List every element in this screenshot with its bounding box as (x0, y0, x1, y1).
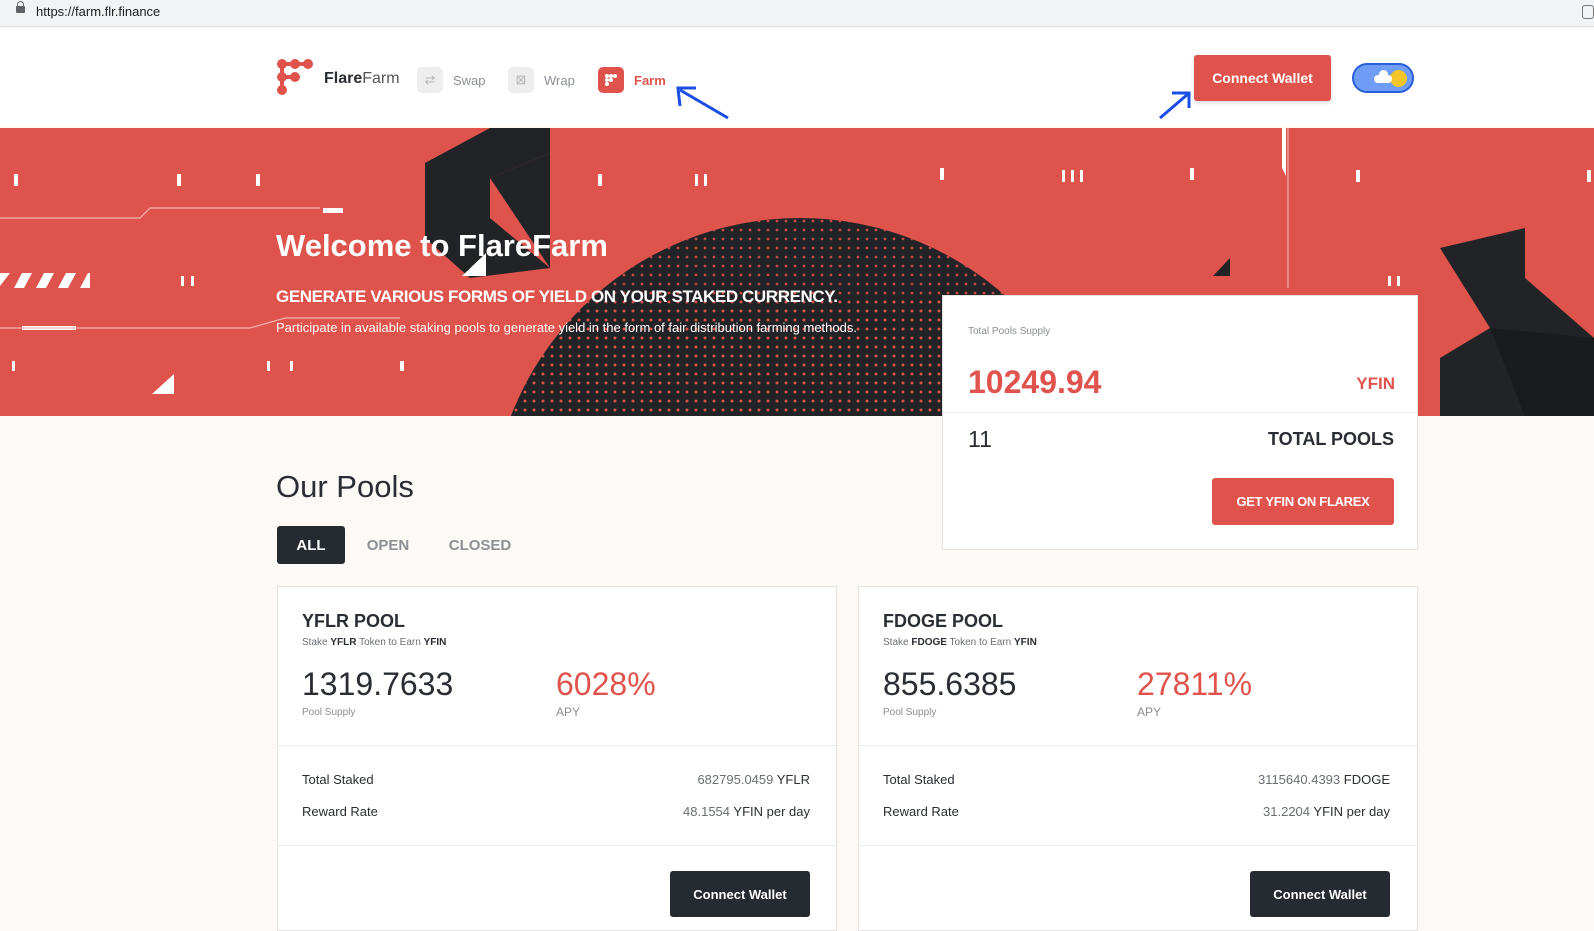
pool-connect-wallet-button[interactable]: Connect Wallet (670, 871, 810, 917)
total-pools-supply-label: Total Pools Supply (968, 326, 1051, 337)
cloud-icon (1374, 70, 1392, 83)
theme-toggle[interactable] (1352, 63, 1414, 93)
pool-desc-token: YFLR (330, 637, 357, 648)
total-pools-count: 11 (968, 426, 992, 452)
lock-icon (16, 1, 25, 13)
total-staked-value: 3115640.4393 FDOGE (1130, 772, 1390, 787)
flarefarm-logo-icon[interactable] (276, 58, 318, 100)
nav-swap-label: Swap (453, 72, 486, 88)
hero-description: Participate in available staking pools t… (276, 320, 857, 335)
total-pools-supply-value: 10249.94 (968, 364, 1102, 400)
farm-icon (598, 67, 624, 93)
total-pools-supply-unit: YFIN (1356, 374, 1395, 393)
total-staked-amount: 3115640.4393 (1257, 772, 1341, 787)
pool-apy-label: APY (1137, 705, 1162, 719)
total-staked-value: 682795.0459 YFLR (550, 772, 810, 787)
pool-apy-value: 6028% (556, 666, 656, 702)
reward-rate-amount: 31.2204 (1263, 804, 1311, 819)
reward-rate-unit: YFIN per day (1313, 804, 1390, 819)
swap-icon: ⇄ (417, 67, 443, 93)
brand-name-light: Farm (362, 70, 400, 87)
pool-desc-token: FDOGE (911, 637, 947, 648)
brand-name[interactable]: FlareFarm (324, 70, 400, 88)
connect-wallet-button[interactable]: Connect Wallet (1194, 55, 1331, 101)
total-pools-label: TOTAL POOLS (1267, 429, 1394, 449)
sun-icon (1390, 70, 1407, 87)
extension-icon[interactable] (1582, 5, 1594, 19)
pool-desc-reward: YFIN (1014, 637, 1037, 648)
brand-name-bold: Flare (324, 70, 363, 87)
pool-desc-reward: YFIN (423, 637, 447, 648)
pool-divider (859, 845, 1417, 846)
pool-apy-value: 27811% (1137, 666, 1253, 702)
pool-desc-prefix: Stake (883, 637, 912, 648)
pool-apy-label: APY (556, 705, 581, 719)
annotation-arrow-icon (676, 86, 729, 120)
reward-rate-value: 48.1554 YFIN per day (550, 804, 810, 819)
hero-subtitle: GENERATE VARIOUS FORMS OF YIELD ON YOUR … (276, 287, 838, 306)
pool-supply-label: Pool Supply (883, 707, 937, 718)
url-text[interactable]: https://farm.flr.finance (36, 4, 160, 19)
wrap-icon: ⊠ (508, 67, 534, 93)
pool-supply-value: 855.6385 (883, 666, 1017, 702)
card-divider (943, 412, 1417, 413)
pool-desc-mid: Token to Earn (356, 637, 424, 648)
pool-description: Stake FDOGE Token to Earn YFIN (883, 637, 1037, 648)
pool-connect-wallet-button[interactable]: Connect Wallet (1250, 871, 1390, 917)
total-staked-unit: YFLR (776, 772, 810, 787)
tab-open[interactable]: OPEN (356, 526, 420, 564)
pool-description: Stake YFLR Token to Earn YFIN (302, 637, 446, 648)
pool-name: YFLR POOL (302, 611, 405, 631)
total-staked-unit: FDOGE (1343, 772, 1390, 787)
nav-farm[interactable]: Farm (598, 66, 666, 94)
pool-name: FDOGE POOL (883, 611, 1004, 631)
hero-title: Welcome to FlareFarm (276, 228, 608, 263)
pool-desc-prefix: Stake (302, 637, 331, 648)
pool-supply-value: 1319.7633 (302, 666, 454, 702)
nav-farm-label: Farm (634, 72, 666, 88)
tab-all[interactable]: ALL (277, 526, 345, 564)
tab-closed[interactable]: CLOSED (440, 526, 520, 564)
pool-divider (278, 845, 836, 846)
total-staked-label: Total Staked (883, 772, 955, 787)
total-staked-amount: 682795.0459 (697, 772, 774, 787)
browser-url-bar[interactable] (0, 0, 1594, 27)
reward-rate-label: Reward Rate (302, 804, 378, 819)
pool-desc-mid: Token to Earn (946, 637, 1015, 648)
nav-wrap[interactable]: ⊠ Wrap (508, 66, 575, 94)
reward-rate-label: Reward Rate (883, 804, 959, 819)
nav-wrap-label: Wrap (544, 72, 575, 88)
reward-rate-value: 31.2204 YFIN per day (1130, 804, 1390, 819)
pool-divider (859, 745, 1417, 746)
pool-supply-label: Pool Supply (302, 707, 356, 718)
pool-divider (278, 745, 836, 746)
reward-rate-amount: 48.1554 (683, 804, 731, 819)
total-staked-label: Total Staked (302, 772, 374, 787)
get-yfin-button[interactable]: GET YFIN ON FLAREX (1212, 478, 1394, 525)
pools-section-title: Our Pools (276, 469, 414, 504)
nav-swap[interactable]: ⇄ Swap (417, 66, 486, 94)
reward-rate-unit: YFIN per day (733, 804, 810, 819)
annotation-arrow-icon (1159, 91, 1191, 120)
